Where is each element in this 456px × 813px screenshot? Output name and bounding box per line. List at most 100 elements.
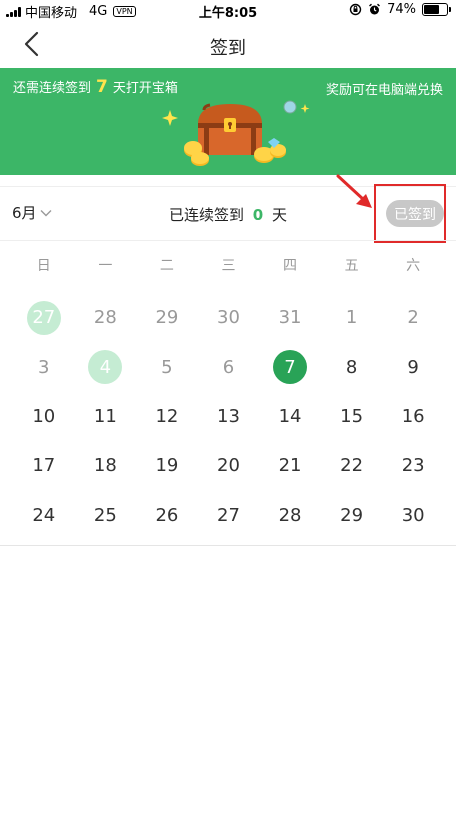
calendar: 日一二三四五六 27 28 29 30 31 1 2 3 4 5 6 7 8 9 10 11 12 13 14 15 1… <box>13 250 444 526</box>
calendar-day-cell[interactable]: 19 <box>136 449 198 483</box>
calendar-week-row: 17 18 19 20 21 22 23 <box>13 441 444 490</box>
calendar-day-cell[interactable]: 2 <box>382 301 444 335</box>
orientation-lock-icon <box>349 3 362 16</box>
calendar-day-number: 16 <box>401 405 425 427</box>
banner-prefix: 还需连续签到 <box>13 81 92 96</box>
calendar-day-number: 31 <box>278 307 302 329</box>
arrow-icon <box>336 174 372 208</box>
calendar-day-number: 7 <box>273 350 308 385</box>
calendar-day-number: 17 <box>32 455 56 477</box>
calendar-day-number: 12 <box>155 405 179 427</box>
calendar-day-cell[interactable]: 26 <box>136 498 198 532</box>
weekday-label: 五 <box>344 258 359 274</box>
weekday-label: 一 <box>98 258 113 274</box>
alarm-icon <box>369 3 381 15</box>
weekday-label: 日 <box>36 258 51 274</box>
calendar-day-number: 23 <box>401 455 425 477</box>
calendar-day-cell[interactable]: 24 <box>13 498 75 532</box>
weekday-header: 日一二三四五六 <box>13 250 444 280</box>
calendar-day-cell[interactable]: 4 <box>75 350 137 385</box>
calendar-day-cell[interactable]: 15 <box>321 399 383 433</box>
calendar-week-row: 3 4 5 6 7 8 9 <box>13 342 444 391</box>
calendar-day-number: 22 <box>340 455 364 477</box>
status-bar: 中国移动 4G VPN 上午8:05 74% <box>0 0 456 21</box>
calendar-day-number: 29 <box>340 504 364 526</box>
calendar-day-cell[interactable]: 1 <box>321 301 383 335</box>
calendar-day-cell[interactable]: 10 <box>13 399 75 433</box>
calendar-day-cell[interactable]: 18 <box>75 449 137 483</box>
calendar-day-number: 27 <box>217 504 240 526</box>
calendar-day-number: 5 <box>161 356 173 378</box>
calendar-day-number: 9 <box>407 356 419 378</box>
calendar-day-cell[interactable]: 28 <box>259 498 321 532</box>
calendar-day-number: 1 <box>345 307 358 329</box>
calendar-day-cell[interactable]: 14 <box>259 399 321 433</box>
calendar-day-number: 6 <box>222 356 235 378</box>
calendar-day-cell[interactable]: 12 <box>136 399 198 433</box>
calendar-day-cell[interactable]: 23 <box>382 449 444 483</box>
calendar-grid: 27 28 29 30 31 1 2 3 4 5 6 7 8 9 10 11 12 13 14 15 16 17 18 19 2… <box>13 293 444 540</box>
battery-percent: 74% <box>387 2 416 17</box>
battery-icon <box>422 3 451 16</box>
reward-banner: 还需连续签到 7 天打开宝箱 奖励可在电脑端兑换 <box>0 68 456 175</box>
calendar-day-cell[interactable]: 29 <box>321 498 383 532</box>
calendar-day-number: 29 <box>155 307 179 329</box>
banner-exchange-text: 奖励可在电脑端兑换 <box>325 83 443 98</box>
calendar-day-cell[interactable]: 30 <box>198 301 260 335</box>
calendar-day-cell[interactable]: 6 <box>198 350 260 384</box>
calendar-day-cell[interactable]: 5 <box>136 350 198 384</box>
calendar-day-cell[interactable]: 21 <box>259 449 321 483</box>
calendar-day-cell[interactable]: 20 <box>198 449 260 483</box>
streak-suffix: 天 <box>272 206 288 224</box>
status-bar-right: 74% <box>349 2 451 17</box>
treasure-chest-icon <box>162 100 310 166</box>
nav-bar: 签到 <box>0 20 456 68</box>
calendar-day-number: 10 <box>32 405 56 427</box>
calendar-day-number: 3 <box>38 356 50 378</box>
weekday-label: 六 <box>406 258 421 274</box>
calendar-day-number: 21 <box>278 455 302 477</box>
calendar-week-row: 24 25 26 27 28 29 30 <box>13 491 444 540</box>
calendar-day-number: 30 <box>401 504 425 526</box>
calendar-day-cell[interactable]: 7 <box>259 350 321 385</box>
calendar-day-cell[interactable]: 11 <box>75 399 137 433</box>
calendar-day-cell[interactable]: 27 <box>13 300 75 335</box>
calendar-day-cell[interactable]: 22 <box>321 449 383 483</box>
calendar-day-number: 30 <box>217 307 240 329</box>
calendar-day-cell[interactable]: 30 <box>382 498 444 532</box>
calendar-day-number: 20 <box>217 455 240 477</box>
calendar-day-cell[interactable]: 31 <box>259 301 321 335</box>
calendar-week-row: 27 28 29 30 31 1 2 <box>13 293 444 342</box>
calendar-day-cell[interactable]: 29 <box>136 301 198 335</box>
streak-count: 0 <box>252 206 264 224</box>
calendar-day-cell[interactable]: 25 <box>75 498 137 532</box>
calendar-day-number: 13 <box>217 405 240 427</box>
calendar-day-cell[interactable]: 17 <box>13 449 75 483</box>
page-title: 签到 <box>210 38 246 59</box>
calendar-day-number: 28 <box>93 307 117 329</box>
streak-prefix: 已连续签到 <box>168 206 244 224</box>
calendar-week-row: 10 11 12 13 14 15 16 <box>13 392 444 441</box>
calendar-day-cell[interactable]: 16 <box>382 399 444 433</box>
calendar-day-cell[interactable]: 8 <box>321 350 383 384</box>
back-button[interactable] <box>14 26 50 62</box>
calendar-day-cell[interactable]: 9 <box>382 350 444 384</box>
calendar-day-number: 18 <box>93 455 117 477</box>
days-remaining: 7 <box>96 77 108 97</box>
calendar-day-number: 19 <box>155 455 179 477</box>
calendar-day-number: 27 <box>26 300 61 335</box>
month-dropdown[interactable]: 6月 <box>12 202 52 223</box>
calendar-day-cell[interactable]: 13 <box>198 399 260 433</box>
calendar-day-cell[interactable]: 27 <box>198 498 260 532</box>
calendar-day-number: 2 <box>407 307 419 329</box>
calendar-day-number: 26 <box>155 504 179 526</box>
divider <box>0 545 456 546</box>
chevron-down-icon <box>40 209 52 216</box>
calendar-day-cell[interactable]: 3 <box>13 350 75 384</box>
banner-progress-text: 还需连续签到 7 天打开宝箱 <box>13 77 178 97</box>
chevron-left-icon <box>24 31 39 57</box>
calendar-day-cell[interactable]: 28 <box>75 301 137 335</box>
calendar-day-number: 28 <box>278 504 302 526</box>
calendar-day-number: 14 <box>278 405 302 427</box>
signed-in-button[interactable]: 已签到 <box>386 200 444 227</box>
